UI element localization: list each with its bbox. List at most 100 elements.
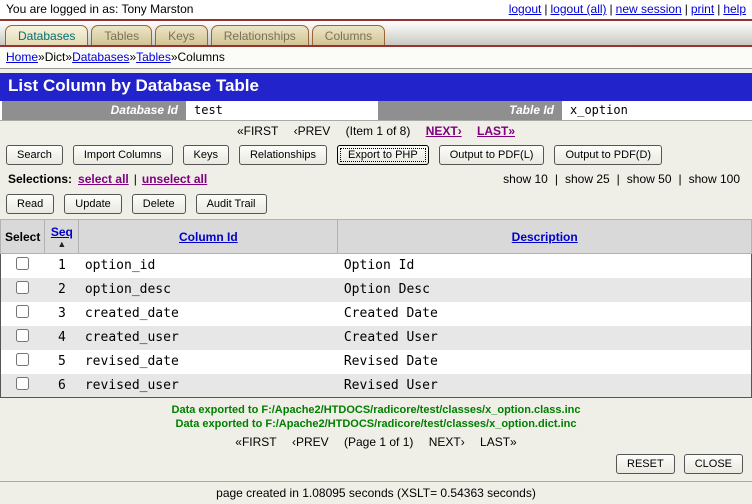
tab-bar: Databases Tables Keys Relationships Colu… (0, 21, 752, 47)
sort-ascending-icon: ▲ (49, 240, 74, 248)
select-all-link[interactable]: select all (78, 172, 129, 186)
prev-item-text: ‹PREV (294, 124, 331, 138)
tab-relationships[interactable]: Relationships (211, 25, 309, 45)
row-checkbox[interactable] (16, 329, 29, 342)
page-size-options: show 10|show 25|show 50|show 100 (499, 172, 744, 186)
last-item-link[interactable]: LAST» (477, 124, 515, 138)
database-id-value: test (188, 101, 376, 120)
table-row: 5 revised_date Revised Date (1, 350, 752, 374)
database-id-label: Database Id (0, 101, 188, 120)
session-links: logout|logout (all)|new session|print|he… (509, 2, 746, 16)
read-button[interactable]: Read (6, 194, 54, 214)
print-link[interactable]: print (691, 2, 714, 16)
tab-columns[interactable]: Columns (312, 25, 385, 45)
last-page-text: LAST» (480, 435, 517, 449)
description-sort-link[interactable]: Description (512, 230, 578, 244)
row-checkbox[interactable] (16, 305, 29, 318)
export-message: Data exported to F:/Apache2/HTDOCS/radic… (0, 417, 752, 431)
seq-cell: 1 (45, 254, 79, 278)
logout-all-link[interactable]: logout (all) (551, 2, 607, 16)
column-id-header: Column Id (79, 220, 338, 254)
tab-databases[interactable]: Databases (5, 25, 88, 45)
selections-label: Selections: (8, 172, 72, 186)
update-button[interactable]: Update (64, 194, 121, 214)
show-100-link[interactable]: show 100 (689, 172, 740, 186)
select-cell (1, 374, 45, 398)
separator: | (555, 172, 558, 186)
page-title: List Column by Database Table (0, 73, 752, 101)
description-cell: Option Desc (338, 278, 752, 302)
separator: | (610, 2, 613, 16)
separator: | (544, 2, 547, 16)
new-session-link[interactable]: new session (616, 2, 682, 16)
export-to-php-button[interactable]: Export to PHP (337, 145, 429, 165)
tab-keys[interactable]: Keys (155, 25, 208, 45)
delete-button[interactable]: Delete (132, 194, 186, 214)
prev-page-text: ‹PREV (292, 435, 329, 449)
reset-button[interactable]: RESET (616, 454, 675, 474)
audit-trail-button[interactable]: Audit Trail (196, 194, 267, 214)
seq-cell: 6 (45, 374, 79, 398)
relationships-button[interactable]: Relationships (239, 145, 327, 165)
show-25-link[interactable]: show 25 (565, 172, 610, 186)
page-count-text: (Page 1 of 1) (344, 435, 413, 449)
column-id-sort-link[interactable]: Column Id (179, 230, 238, 244)
column-id-cell: revised_user (79, 374, 338, 398)
column-id-cell: option_desc (79, 278, 338, 302)
pagination-top: «FIRST ‹PREV (Item 1 of 8) NEXT› LAST» (0, 121, 752, 140)
output-to-pdf-d-button[interactable]: Output to PDF(D) (554, 145, 662, 165)
table-row: 3 created_date Created Date (1, 302, 752, 326)
row-checkbox[interactable] (16, 257, 29, 270)
output-to-pdf-l-button[interactable]: Output to PDF(L) (439, 145, 545, 165)
table-header-row: Select Seq ▲ Column Id Description (1, 220, 752, 254)
login-status: You are logged in as: Tony Marston (6, 2, 193, 16)
table-row: 4 created_user Created User (1, 326, 752, 350)
row-checkbox[interactable] (16, 281, 29, 294)
separator: | (617, 172, 620, 186)
tab-tables[interactable]: Tables (91, 25, 152, 45)
select-cell (1, 278, 45, 302)
row-checkbox[interactable] (16, 377, 29, 390)
pagination-bottom: «FIRST ‹PREV (Page 1 of 1) NEXT› LAST» (0, 432, 752, 451)
seq-cell: 4 (45, 326, 79, 350)
form-actions: RESET CLOSE (0, 451, 752, 479)
top-bar: You are logged in as: Tony Marston logou… (0, 0, 752, 21)
table-id-value: x_option (564, 101, 752, 120)
next-item-link[interactable]: NEXT› (426, 124, 462, 138)
table-row: 6 revised_user Revised User (1, 374, 752, 398)
import-columns-button[interactable]: Import Columns (73, 145, 173, 165)
seq-cell: 2 (45, 278, 79, 302)
column-id-cell: created_date (79, 302, 338, 326)
item-count-text: (Item 1 of 8) (346, 124, 411, 138)
keys-button[interactable]: Keys (183, 145, 229, 165)
logout-link[interactable]: logout (509, 2, 542, 16)
description-cell: Created Date (338, 302, 752, 326)
select-cell (1, 350, 45, 374)
select-column-header: Select (1, 220, 45, 254)
breadcrumb-databases[interactable]: Databases (72, 50, 129, 64)
show-50-link[interactable]: show 50 (627, 172, 672, 186)
seq-sort-link[interactable]: Seq (51, 225, 73, 239)
table-row: 2 option_desc Option Desc (1, 278, 752, 302)
next-page-text: NEXT› (429, 435, 465, 449)
select-cell (1, 302, 45, 326)
breadcrumb-tables[interactable]: Tables (136, 50, 171, 64)
help-link[interactable]: help (723, 2, 746, 16)
data-table: Select Seq ▲ Column Id Description 1 opt… (0, 219, 752, 398)
close-button[interactable]: CLOSE (684, 454, 743, 474)
breadcrumb: Home»Dict»Databases»Tables»Columns (0, 47, 752, 69)
show-10-link[interactable]: show 10 (503, 172, 548, 186)
row-checkbox[interactable] (16, 353, 29, 366)
unselect-all-link[interactable]: unselect all (142, 172, 207, 186)
selection-controls: Selections:select all|unselect all (8, 172, 209, 186)
first-page-text: «FIRST (235, 435, 276, 449)
column-id-cell: revised_date (79, 350, 338, 374)
breadcrumb-home[interactable]: Home (6, 50, 38, 64)
description-cell: Revised User (338, 374, 752, 398)
select-cell (1, 326, 45, 350)
breadcrumb-separator: » (38, 50, 45, 64)
breadcrumb-columns: Columns (178, 50, 225, 64)
description-cell: Option Id (338, 254, 752, 278)
search-button[interactable]: Search (6, 145, 63, 165)
selections-bar: Selections: select all | unselect all show … (0, 170, 752, 189)
